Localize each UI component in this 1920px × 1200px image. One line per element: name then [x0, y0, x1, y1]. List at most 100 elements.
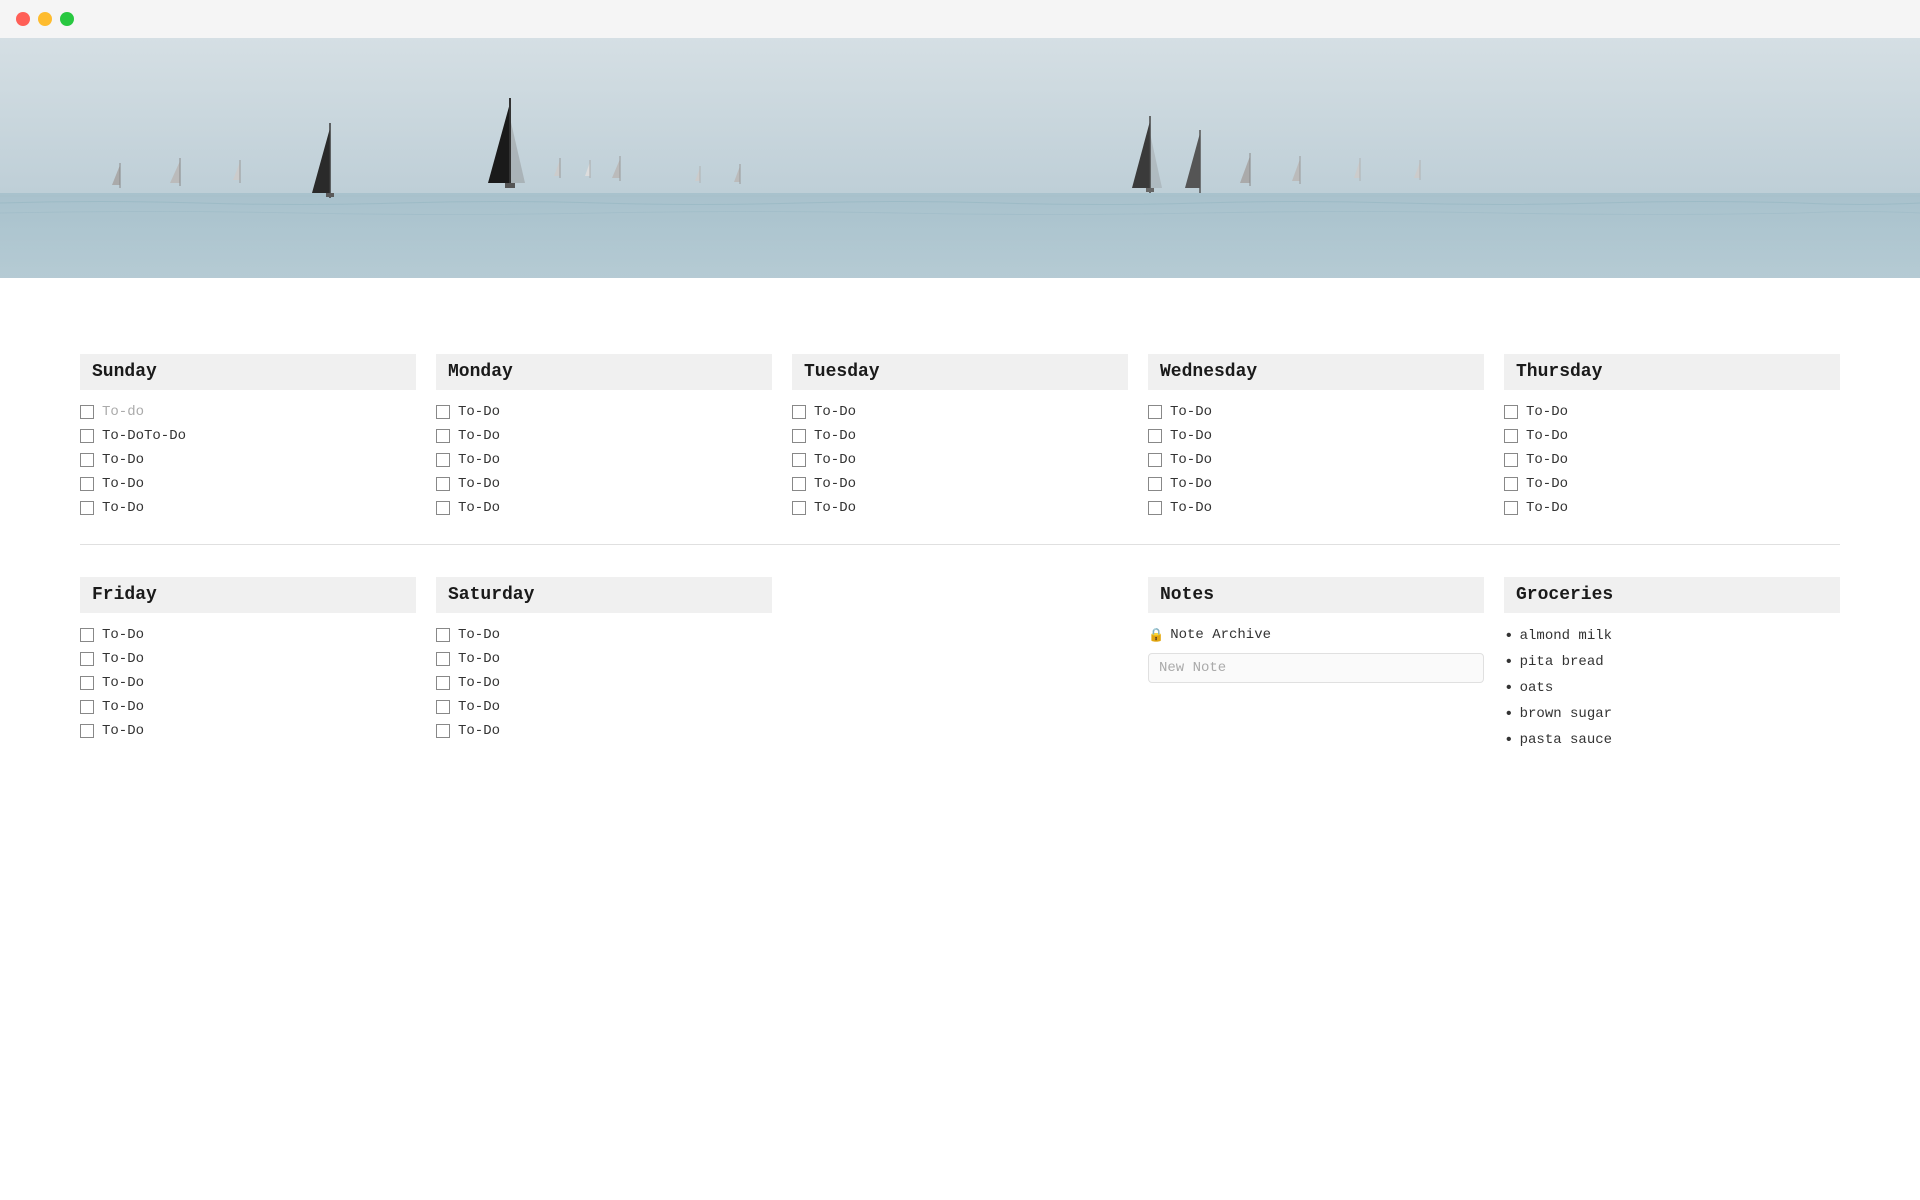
todo-label: To-Do: [458, 500, 500, 516]
checkbox[interactable]: [80, 628, 94, 642]
todo-item[interactable]: To-Do: [792, 472, 1128, 496]
todo-item[interactable]: To-Do: [436, 496, 772, 520]
checkbox[interactable]: [436, 501, 450, 515]
todo-item[interactable]: To-Do: [436, 400, 772, 424]
todo-item[interactable]: To-Do: [436, 472, 772, 496]
checkbox[interactable]: [1148, 453, 1162, 467]
todo-item[interactable]: To-Do: [80, 472, 416, 496]
todo-item[interactable]: To-Do: [436, 623, 772, 647]
todo-item[interactable]: To-Do: [80, 496, 416, 520]
todo-item[interactable]: To-Do: [792, 448, 1128, 472]
todo-label: To-Do: [814, 500, 856, 516]
checkbox[interactable]: [1148, 429, 1162, 443]
checkbox[interactable]: [436, 429, 450, 443]
checkbox[interactable]: [80, 700, 94, 714]
day-header-tuesday: Tuesday: [792, 354, 1128, 390]
todo-item[interactable]: To-Do: [436, 448, 772, 472]
checkbox[interactable]: [1504, 405, 1518, 419]
todo-label: To-Do: [458, 476, 500, 492]
todo-item[interactable]: To-Do: [80, 647, 416, 671]
checkbox[interactable]: [80, 724, 94, 738]
minimize-button[interactable]: [38, 12, 52, 26]
checkbox[interactable]: [436, 724, 450, 738]
todo-item[interactable]: To-Do: [436, 695, 772, 719]
day-header-wednesday: Wednesday: [1148, 354, 1484, 390]
todo-item[interactable]: To-Do: [436, 671, 772, 695]
todo-label: To-Do: [458, 404, 500, 420]
checkbox[interactable]: [436, 676, 450, 690]
checkbox[interactable]: [1504, 453, 1518, 467]
todo-item[interactable]: To-Do: [792, 496, 1128, 520]
checkbox[interactable]: [80, 453, 94, 467]
fullscreen-button[interactable]: [60, 12, 74, 26]
checkbox[interactable]: [80, 501, 94, 515]
todo-item[interactable]: To-Do: [436, 647, 772, 671]
grocery-label: pita bread: [1520, 654, 1604, 670]
checkbox[interactable]: [1504, 429, 1518, 443]
checkbox[interactable]: [792, 429, 806, 443]
checkbox[interactable]: [792, 501, 806, 515]
todo-item[interactable]: To-DoTo-Do: [80, 424, 416, 448]
checkbox[interactable]: [436, 405, 450, 419]
checkbox[interactable]: [436, 453, 450, 467]
new-note-input[interactable]: New Note: [1148, 653, 1484, 683]
todo-item[interactable]: To-Do: [1148, 448, 1484, 472]
todo-item[interactable]: To-Do: [1148, 424, 1484, 448]
todo-label: To-Do: [102, 723, 144, 739]
todo-item[interactable]: To-Do: [792, 400, 1128, 424]
checkbox[interactable]: [80, 676, 94, 690]
todo-item[interactable]: To-Do: [1504, 448, 1840, 472]
checkbox[interactable]: [1504, 501, 1518, 515]
checkbox[interactable]: [436, 700, 450, 714]
todo-item[interactable]: To-Do: [1504, 424, 1840, 448]
grocery-item: •almond milk: [1504, 623, 1840, 649]
checkbox[interactable]: [436, 628, 450, 642]
todo-item[interactable]: To-Do: [436, 719, 772, 743]
todo-item[interactable]: To-Do: [1148, 400, 1484, 424]
todo-item[interactable]: To-do: [80, 400, 416, 424]
hero-banner: [0, 38, 1920, 278]
todo-item[interactable]: To-Do: [1504, 400, 1840, 424]
todo-item[interactable]: To-Do: [1504, 472, 1840, 496]
checkbox[interactable]: [792, 453, 806, 467]
todo-item[interactable]: To-Do: [80, 671, 416, 695]
lock-icon: 🔒: [1148, 628, 1164, 643]
checkbox[interactable]: [436, 477, 450, 491]
bottom-grid: FridayTo-DoTo-DoTo-DoTo-DoTo-DoSaturdayT…: [80, 577, 1840, 753]
checkbox[interactable]: [80, 405, 94, 419]
day-section-sunday: SundayTo-doTo-DoTo-DoTo-DoTo-DoTo-Do: [80, 354, 416, 520]
day-section-wednesday: WednesdayTo-DoTo-DoTo-DoTo-DoTo-Do: [1148, 354, 1484, 520]
todo-label: To-Do: [1526, 404, 1568, 420]
grocery-label: brown sugar: [1520, 706, 1612, 722]
notes-section: Notes🔒Note ArchiveNew Note: [1148, 577, 1484, 753]
todo-item[interactable]: To-Do: [792, 424, 1128, 448]
todo-item[interactable]: To-Do: [80, 695, 416, 719]
checkbox[interactable]: [792, 405, 806, 419]
checkbox[interactable]: [80, 477, 94, 491]
close-button[interactable]: [16, 12, 30, 26]
checkbox[interactable]: [436, 652, 450, 666]
note-archive-item[interactable]: 🔒Note Archive: [1148, 623, 1484, 647]
todo-item[interactable]: To-Do: [80, 448, 416, 472]
todo-item[interactable]: To-Do: [436, 424, 772, 448]
checkbox[interactable]: [80, 652, 94, 666]
todo-item[interactable]: To-Do: [1148, 472, 1484, 496]
checkbox[interactable]: [792, 477, 806, 491]
bullet-icon: •: [1504, 653, 1514, 671]
day-header-monday: Monday: [436, 354, 772, 390]
checkbox[interactable]: [1148, 405, 1162, 419]
todo-label: To-Do: [814, 428, 856, 444]
checkbox[interactable]: [1148, 477, 1162, 491]
day-section-friday: FridayTo-DoTo-DoTo-DoTo-DoTo-Do: [80, 577, 416, 753]
todo-item[interactable]: To-Do: [1148, 496, 1484, 520]
todo-label: To-Do: [814, 404, 856, 420]
todo-item[interactable]: To-Do: [80, 719, 416, 743]
checkbox[interactable]: [80, 429, 94, 443]
checkbox[interactable]: [1504, 477, 1518, 491]
todo-label: To-Do: [102, 651, 144, 667]
bullet-icon: •: [1504, 731, 1514, 749]
checkbox[interactable]: [1148, 501, 1162, 515]
todo-item[interactable]: To-Do: [80, 623, 416, 647]
todo-item[interactable]: To-Do: [1504, 496, 1840, 520]
grocery-item: •oats: [1504, 675, 1840, 701]
